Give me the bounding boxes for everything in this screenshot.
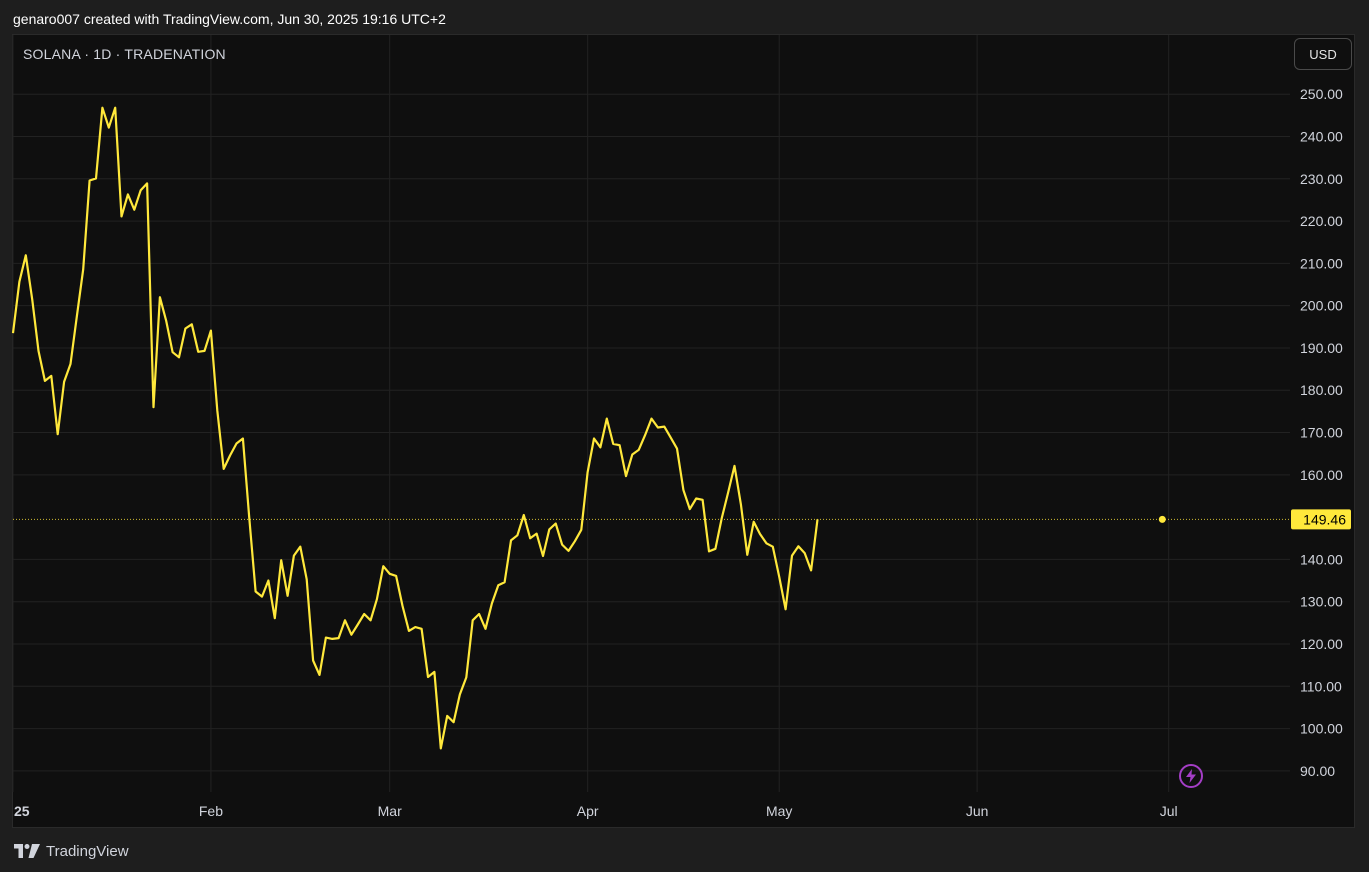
y-tick-label: 120.00 — [1300, 636, 1343, 652]
y-tick-label: 140.00 — [1300, 551, 1343, 567]
last-price: 149.46 — [13, 509, 1351, 530]
x-tick-label: Jun — [966, 803, 989, 819]
y-tick-label: 180.00 — [1300, 382, 1343, 398]
y-tick-label: 220.00 — [1300, 213, 1343, 229]
symbol-label[interactable]: SOLANA · 1D · TRADENATION — [23, 46, 226, 62]
currency-button[interactable]: USD — [1294, 38, 1352, 70]
y-tick-label: 130.00 — [1300, 594, 1343, 610]
y-tick-label: 230.00 — [1300, 171, 1343, 187]
x-tick-label: May — [766, 803, 792, 819]
tradingview-footer[interactable]: TradingView — [14, 840, 129, 862]
tradingview-logo-icon — [14, 844, 40, 858]
x-tick-label: Jul — [1160, 803, 1178, 819]
series — [11, 106, 819, 750]
y-tick-label: 160.00 — [1300, 467, 1343, 483]
y-axis: 250.00 240.00 230.00 220.00 210.00 200.00 190.… — [1300, 86, 1343, 779]
y-tick-label: 210.00 — [1300, 255, 1343, 271]
y-tick-label: 200.00 — [1300, 298, 1343, 314]
last-price-label: 149.46 — [1303, 511, 1346, 527]
x-tick-label: Apr — [577, 803, 599, 819]
y-tick-label: 190.00 — [1300, 340, 1343, 356]
y-tick-label: 250.00 — [1300, 86, 1343, 102]
x-tick-label: Mar — [378, 803, 402, 819]
lightning-icon[interactable] — [1179, 764, 1203, 788]
x-axis: 25 Feb Mar Apr May Jun Jul — [14, 803, 1178, 819]
y-tick-label: 100.00 — [1300, 721, 1343, 737]
x-tick-label: 25 — [14, 803, 30, 819]
y-tick-label: 90.00 — [1300, 763, 1335, 779]
tradingview-brand: TradingView — [46, 842, 129, 860]
y-tick-label: 110.00 — [1300, 678, 1342, 694]
x-tick-label: Feb — [199, 803, 223, 819]
price-line — [11, 106, 819, 750]
price-chart[interactable]: 250.00 240.00 230.00 220.00 210.00 200.00 190.… — [0, 0, 1369, 872]
last-price-dot — [1158, 515, 1166, 523]
grid — [12, 35, 1290, 792]
y-tick-label: 170.00 — [1300, 425, 1343, 441]
y-tick-label: 240.00 — [1300, 128, 1343, 144]
